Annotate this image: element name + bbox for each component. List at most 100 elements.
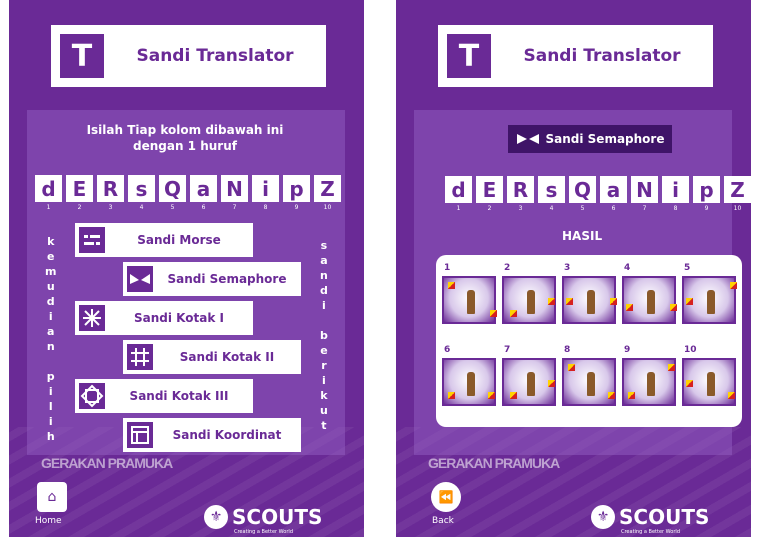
- semaphore-pose-image: [502, 276, 556, 324]
- semaphore-pose-image: [682, 276, 737, 324]
- letter-input[interactable]: d: [35, 175, 62, 202]
- vertical-letter: i: [322, 374, 326, 387]
- result-screen: T Sandi Translator Sandi Semaphore d 1 E 2…: [396, 0, 751, 537]
- letter-inputs: d 1 E 2 R 3 s 4 Q 5 a 6 N 7 i 8 p 9 Z 10: [35, 175, 341, 211]
- gerakan-pramuka-logo: GERAKAN PRAMUKA: [41, 455, 173, 471]
- letter-input[interactable]: Z: [724, 176, 751, 203]
- vertical-letter: n: [320, 269, 328, 282]
- letter-input[interactable]: d: [445, 176, 472, 203]
- semaphore-flag: [608, 391, 615, 399]
- semaphore-result-card: 7: [502, 345, 556, 406]
- sandi-semaphore-button[interactable]: Sandi Semaphore: [123, 262, 301, 296]
- letter-input[interactable]: N: [221, 175, 248, 202]
- letter-input[interactable]: p: [283, 175, 310, 202]
- vertical-letter: i: [322, 299, 326, 312]
- semaphore-flags-icon: [127, 266, 153, 292]
- sandi-kotak-i-button[interactable]: Sandi Kotak I: [75, 301, 253, 335]
- vertical-letter: d: [46, 295, 55, 308]
- letter-input[interactable]: s: [538, 176, 565, 203]
- letter-input[interactable]: Q: [159, 175, 186, 202]
- menu-label: Sandi Kotak III: [129, 389, 229, 403]
- semaphore-result-card: 8: [562, 345, 616, 406]
- result-number: 7: [504, 345, 511, 355]
- back-button[interactable]: ⏪: [431, 482, 461, 512]
- kotak-ii-grid-icon: [127, 344, 153, 370]
- menu-label: Sandi Kotak I: [134, 311, 224, 325]
- letter-input[interactable]: Q: [569, 176, 596, 203]
- semaphore-flag: [670, 303, 677, 311]
- result-panel: 1 2 3 4 5 6 7 8 9 10: [436, 255, 742, 427]
- result-number: 10: [684, 345, 697, 355]
- letter-index: 2: [77, 204, 82, 211]
- scouts-tagline: Creating a Better World: [621, 529, 680, 535]
- letter-index: 7: [642, 205, 647, 212]
- scout-figure: [587, 372, 595, 396]
- letter-input[interactable]: a: [600, 176, 627, 203]
- vertical-letter: i: [48, 385, 53, 398]
- sandi-koordinat-button[interactable]: Sandi Koordinat: [123, 418, 301, 452]
- vertical-letter: i: [48, 415, 53, 428]
- semaphore-flag: [448, 391, 455, 399]
- letter-input[interactable]: R: [97, 175, 124, 202]
- sandi-kotak-iii-button[interactable]: Sandi Kotak III: [75, 379, 253, 413]
- semaphore-flag: [568, 364, 575, 372]
- vertical-letter: h: [46, 430, 55, 443]
- semaphore-flag: [510, 309, 517, 317]
- home-button[interactable]: ⌂: [37, 482, 67, 512]
- semaphore-flag: [488, 391, 495, 399]
- scouts-logo: ⚜ SCOUTS Creating a Better World: [204, 505, 322, 535]
- scouts-logo: ⚜ SCOUTS Creating a Better World: [591, 505, 709, 535]
- menu-label: Sandi Morse: [137, 233, 221, 247]
- app-title: Sandi Translator: [136, 46, 294, 66]
- vertical-letter: r: [321, 359, 327, 372]
- vertical-letter: k: [320, 389, 328, 402]
- vertical-letter: b: [320, 329, 328, 342]
- scout-figure: [467, 290, 475, 314]
- letter-input[interactable]: i: [252, 175, 279, 202]
- menu-label: Sandi Kotak II: [179, 350, 275, 364]
- vertical-letter: s: [320, 239, 328, 252]
- letter-index: 5: [580, 205, 585, 212]
- title-bar: T Sandi Translator: [438, 25, 713, 87]
- scout-figure: [707, 290, 715, 314]
- letter-input[interactable]: E: [66, 175, 93, 202]
- semaphore-pose-image: [442, 358, 496, 406]
- semaphore-result-card: 9: [622, 345, 676, 406]
- app-title: Sandi Translator: [523, 46, 681, 66]
- vertical-letter: e: [320, 344, 328, 357]
- letter-inputs: d 1 E 2 R 3 s 4 Q 5 a 6 N 7 i 8 p 9 Z 10: [445, 176, 751, 212]
- semaphore-flag: [566, 298, 573, 306]
- semaphore-flag: [626, 303, 633, 311]
- letter-input[interactable]: i: [662, 176, 689, 203]
- sandi-morse-button[interactable]: Sandi Morse: [75, 223, 253, 257]
- result-number: 1: [444, 263, 451, 273]
- letter-input[interactable]: p: [693, 176, 720, 203]
- vertical-text-kemudian-pilih: k e m u d i a n p i l i h: [45, 234, 56, 444]
- vertical-letter: d: [320, 284, 328, 297]
- letter-input[interactable]: N: [631, 176, 658, 203]
- letter-index: 9: [704, 205, 709, 212]
- semaphore-flag: [728, 391, 735, 399]
- letter-input[interactable]: Z: [314, 175, 341, 202]
- vertical-letter: t: [321, 419, 327, 432]
- letter-index: 10: [323, 204, 332, 211]
- letter-index: 1: [46, 204, 51, 211]
- letter-input[interactable]: a: [190, 175, 217, 202]
- letter-index: 8: [263, 204, 268, 211]
- sandi-kotak-ii-button[interactable]: Sandi Kotak II: [123, 340, 301, 374]
- menu-label: Sandi Koordinat: [172, 428, 282, 442]
- letter-input[interactable]: s: [128, 175, 155, 202]
- fleur-de-lis-icon: ⚜: [204, 505, 228, 529]
- letter-index: 8: [673, 205, 678, 212]
- result-number: 2: [504, 263, 511, 273]
- semaphore-flag: [686, 298, 693, 306]
- letter-index: 1: [456, 205, 461, 212]
- semaphore-result-card: 6: [442, 345, 496, 406]
- semaphore-pose-image: [622, 276, 677, 324]
- letter-index: 7: [232, 204, 237, 211]
- letter-input[interactable]: R: [507, 176, 534, 203]
- letter-input[interactable]: E: [476, 176, 503, 203]
- back-label: Back: [432, 516, 454, 526]
- scout-figure: [647, 372, 655, 396]
- scout-figure: [647, 290, 655, 314]
